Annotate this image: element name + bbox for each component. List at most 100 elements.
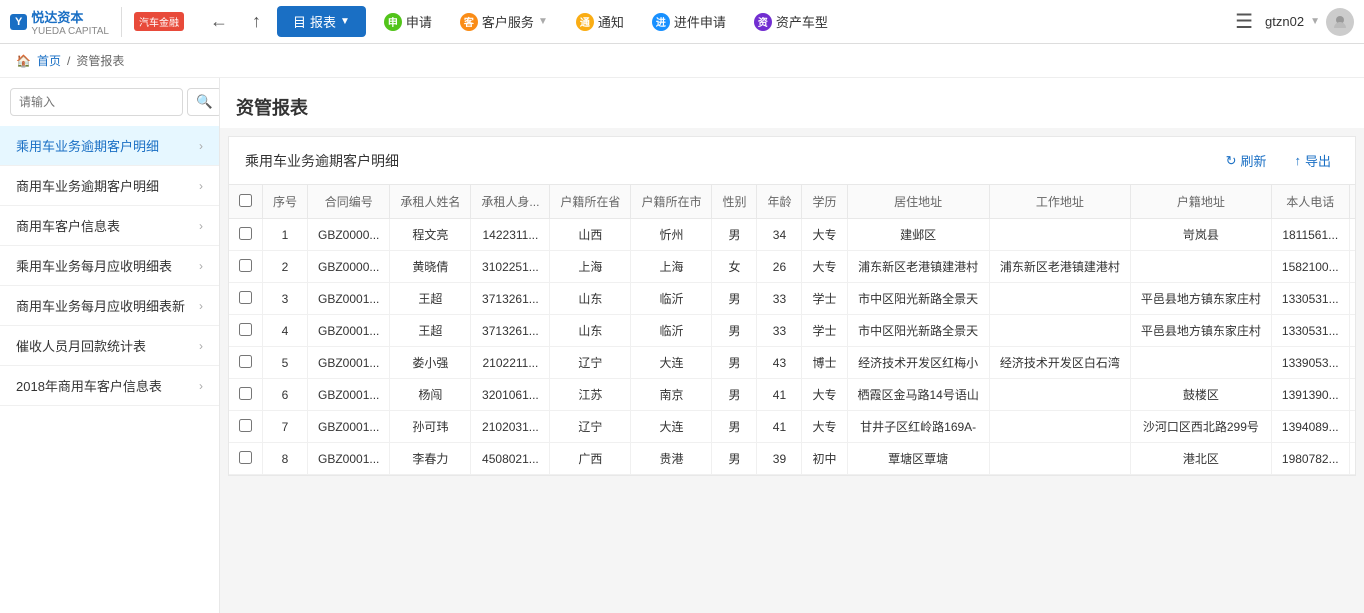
page-title: 资管报表 bbox=[236, 94, 1348, 120]
cell-gender: 女 bbox=[712, 251, 757, 283]
row-checkbox[interactable] bbox=[239, 291, 252, 304]
customer-nav-item[interactable]: 客 客户服务 ▼ bbox=[450, 8, 558, 35]
cell-idno: 3713261... bbox=[471, 283, 550, 315]
logo-badge: Y bbox=[10, 14, 27, 30]
cell-province: 上海 bbox=[550, 251, 631, 283]
cell-education: 大专 bbox=[802, 411, 847, 443]
logo-en: YUEDA CAPITAL bbox=[31, 26, 109, 37]
cell-idno: 3713261... bbox=[471, 315, 550, 347]
sidebar-item-2018-commercial[interactable]: 2018年商用车客户信息表 › bbox=[0, 366, 219, 406]
row-checkbox[interactable] bbox=[239, 355, 252, 368]
select-all-checkbox[interactable] bbox=[239, 194, 252, 207]
col-gender: 性别 bbox=[712, 185, 757, 219]
cell-education: 大专 bbox=[802, 219, 847, 251]
cell-city: 大连 bbox=[631, 411, 712, 443]
cell-phone: 1980782... bbox=[1271, 443, 1349, 475]
row-checkbox[interactable] bbox=[239, 451, 252, 464]
report-label: 报表 bbox=[310, 12, 336, 31]
cell-name: 王超 bbox=[390, 315, 471, 347]
col-contract: 合同编号 bbox=[308, 185, 390, 219]
search-input[interactable] bbox=[10, 88, 183, 116]
row-checkbox-cell[interactable] bbox=[229, 347, 263, 379]
user-info[interactable]: gtzn02 ▼ bbox=[1265, 8, 1354, 36]
table-row: 2 GBZ0000... 黄晓倩 3102251... 上海 上海 女 26 大… bbox=[229, 251, 1355, 283]
cell-city: 南京 bbox=[631, 379, 712, 411]
sidebar-item-collection-stats[interactable]: 催收人员月回款统计表 › bbox=[0, 326, 219, 366]
refresh-icon: ↻ bbox=[1226, 153, 1237, 169]
col-residence: 居住地址 bbox=[847, 185, 989, 219]
row-checkbox[interactable] bbox=[239, 387, 252, 400]
row-checkbox-cell[interactable] bbox=[229, 219, 263, 251]
hamburger-menu-button[interactable]: ☰ bbox=[1235, 9, 1253, 34]
cell-city: 贵港 bbox=[631, 443, 712, 475]
cell-province: 山东 bbox=[550, 283, 631, 315]
logo-car: 汽车金融 bbox=[134, 12, 184, 31]
row-checkbox-cell[interactable] bbox=[229, 443, 263, 475]
cell-residence: 经济技术开发区红梅小 bbox=[847, 347, 989, 379]
cell-residence: 栖霞区金马路14号语山 bbox=[847, 379, 989, 411]
table-body: 1 GBZ0000... 程文亮 1422311... 山西 忻州 男 34 大… bbox=[229, 219, 1355, 475]
cell-idno: 4508021... bbox=[471, 443, 550, 475]
cell-gender: 男 bbox=[712, 379, 757, 411]
cell-contract: GBZ0001... bbox=[308, 443, 390, 475]
cell-bank: 中国建设行 bbox=[1349, 347, 1355, 379]
cell-residence: 市中区阳光新路全景天 bbox=[847, 283, 989, 315]
sidebar-search-area: 🔍 bbox=[0, 78, 219, 126]
col-province: 户籍所在省 bbox=[550, 185, 631, 219]
row-checkbox[interactable] bbox=[239, 227, 252, 240]
cell-workaddr bbox=[989, 411, 1130, 443]
select-all-header[interactable] bbox=[229, 185, 263, 219]
cell-workaddr bbox=[989, 379, 1130, 411]
sidebar-item-commercial-info[interactable]: 商用车客户信息表 › bbox=[0, 206, 219, 246]
cell-gender: 男 bbox=[712, 411, 757, 443]
sidebar-item-passenger-monthly[interactable]: 乘用车业务每月应收明细表 › bbox=[0, 246, 219, 286]
cell-bank: 中国工商行 bbox=[1349, 443, 1355, 475]
row-checkbox[interactable] bbox=[239, 323, 252, 336]
col-name: 承租人姓名 bbox=[390, 185, 471, 219]
incoming-nav-item[interactable]: 进 进件申请 bbox=[642, 8, 736, 35]
breadcrumb-home-link[interactable]: 首页 bbox=[37, 52, 61, 69]
row-checkbox-cell[interactable] bbox=[229, 283, 263, 315]
refresh-button[interactable]: ↻ 刷新 bbox=[1218, 147, 1275, 174]
cell-phone: 1394089... bbox=[1271, 411, 1349, 443]
sidebar-item-overdue-passenger[interactable]: 乘用车业务逾期客户明细 › bbox=[0, 126, 219, 166]
report-nav-button[interactable]: 目 报表 ▼ bbox=[277, 6, 366, 37]
row-checkbox[interactable] bbox=[239, 419, 252, 432]
row-checkbox-cell[interactable] bbox=[229, 251, 263, 283]
cell-city: 临沂 bbox=[631, 315, 712, 347]
table-title: 乘用车业务逾期客户明细 bbox=[245, 151, 399, 171]
search-button[interactable]: 🔍 bbox=[187, 88, 220, 116]
sidebar-item-label: 商用车业务逾期客户明细 bbox=[16, 176, 159, 195]
nav-back-button[interactable]: ← bbox=[202, 7, 236, 36]
apply-nav-item[interactable]: 申 申请 bbox=[374, 8, 442, 35]
row-checkbox[interactable] bbox=[239, 259, 252, 272]
asset-label: 资产车型 bbox=[776, 12, 828, 31]
row-checkbox-cell[interactable] bbox=[229, 379, 263, 411]
cell-workaddr bbox=[989, 443, 1130, 475]
row-checkbox-cell[interactable] bbox=[229, 411, 263, 443]
cell-bank: 中国工商行 bbox=[1349, 315, 1355, 347]
cell-idno: 2102031... bbox=[471, 411, 550, 443]
cell-age: 41 bbox=[757, 411, 802, 443]
user-dropdown-icon: ▼ bbox=[1310, 16, 1320, 27]
asset-nav-item[interactable]: 资 资产车型 bbox=[744, 8, 838, 35]
sidebar-item-commercial-monthly[interactable]: 商用车业务每月应收明细表新 › bbox=[0, 286, 219, 326]
sidebar-item-overdue-commercial[interactable]: 商用车业务逾期客户明细 › bbox=[0, 166, 219, 206]
cell-phone: 1391390... bbox=[1271, 379, 1349, 411]
table-header: 序号 合同编号 承租人姓名 承租人身... 户籍所在省 户籍所在市 性别 年龄 … bbox=[229, 185, 1355, 219]
export-button[interactable]: ↑ 导出 bbox=[1286, 147, 1339, 174]
cell-name: 程文亮 bbox=[390, 219, 471, 251]
cell-workaddr bbox=[989, 283, 1130, 315]
cell-education: 大专 bbox=[802, 379, 847, 411]
cell-phone: 1582100... bbox=[1271, 251, 1349, 283]
cell-register: 沙河口区西北路299号 bbox=[1130, 411, 1271, 443]
avatar bbox=[1326, 8, 1354, 36]
cell-contract: GBZ0001... bbox=[308, 347, 390, 379]
apply-label: 申请 bbox=[406, 12, 432, 31]
export-icon: ↑ bbox=[1294, 153, 1301, 168]
cell-city: 上海 bbox=[631, 251, 712, 283]
col-idno: 承租人身... bbox=[471, 185, 550, 219]
notify-nav-item[interactable]: 通 通知 bbox=[566, 8, 634, 35]
nav-forward-button[interactable]: ↑ bbox=[244, 7, 269, 36]
row-checkbox-cell[interactable] bbox=[229, 315, 263, 347]
